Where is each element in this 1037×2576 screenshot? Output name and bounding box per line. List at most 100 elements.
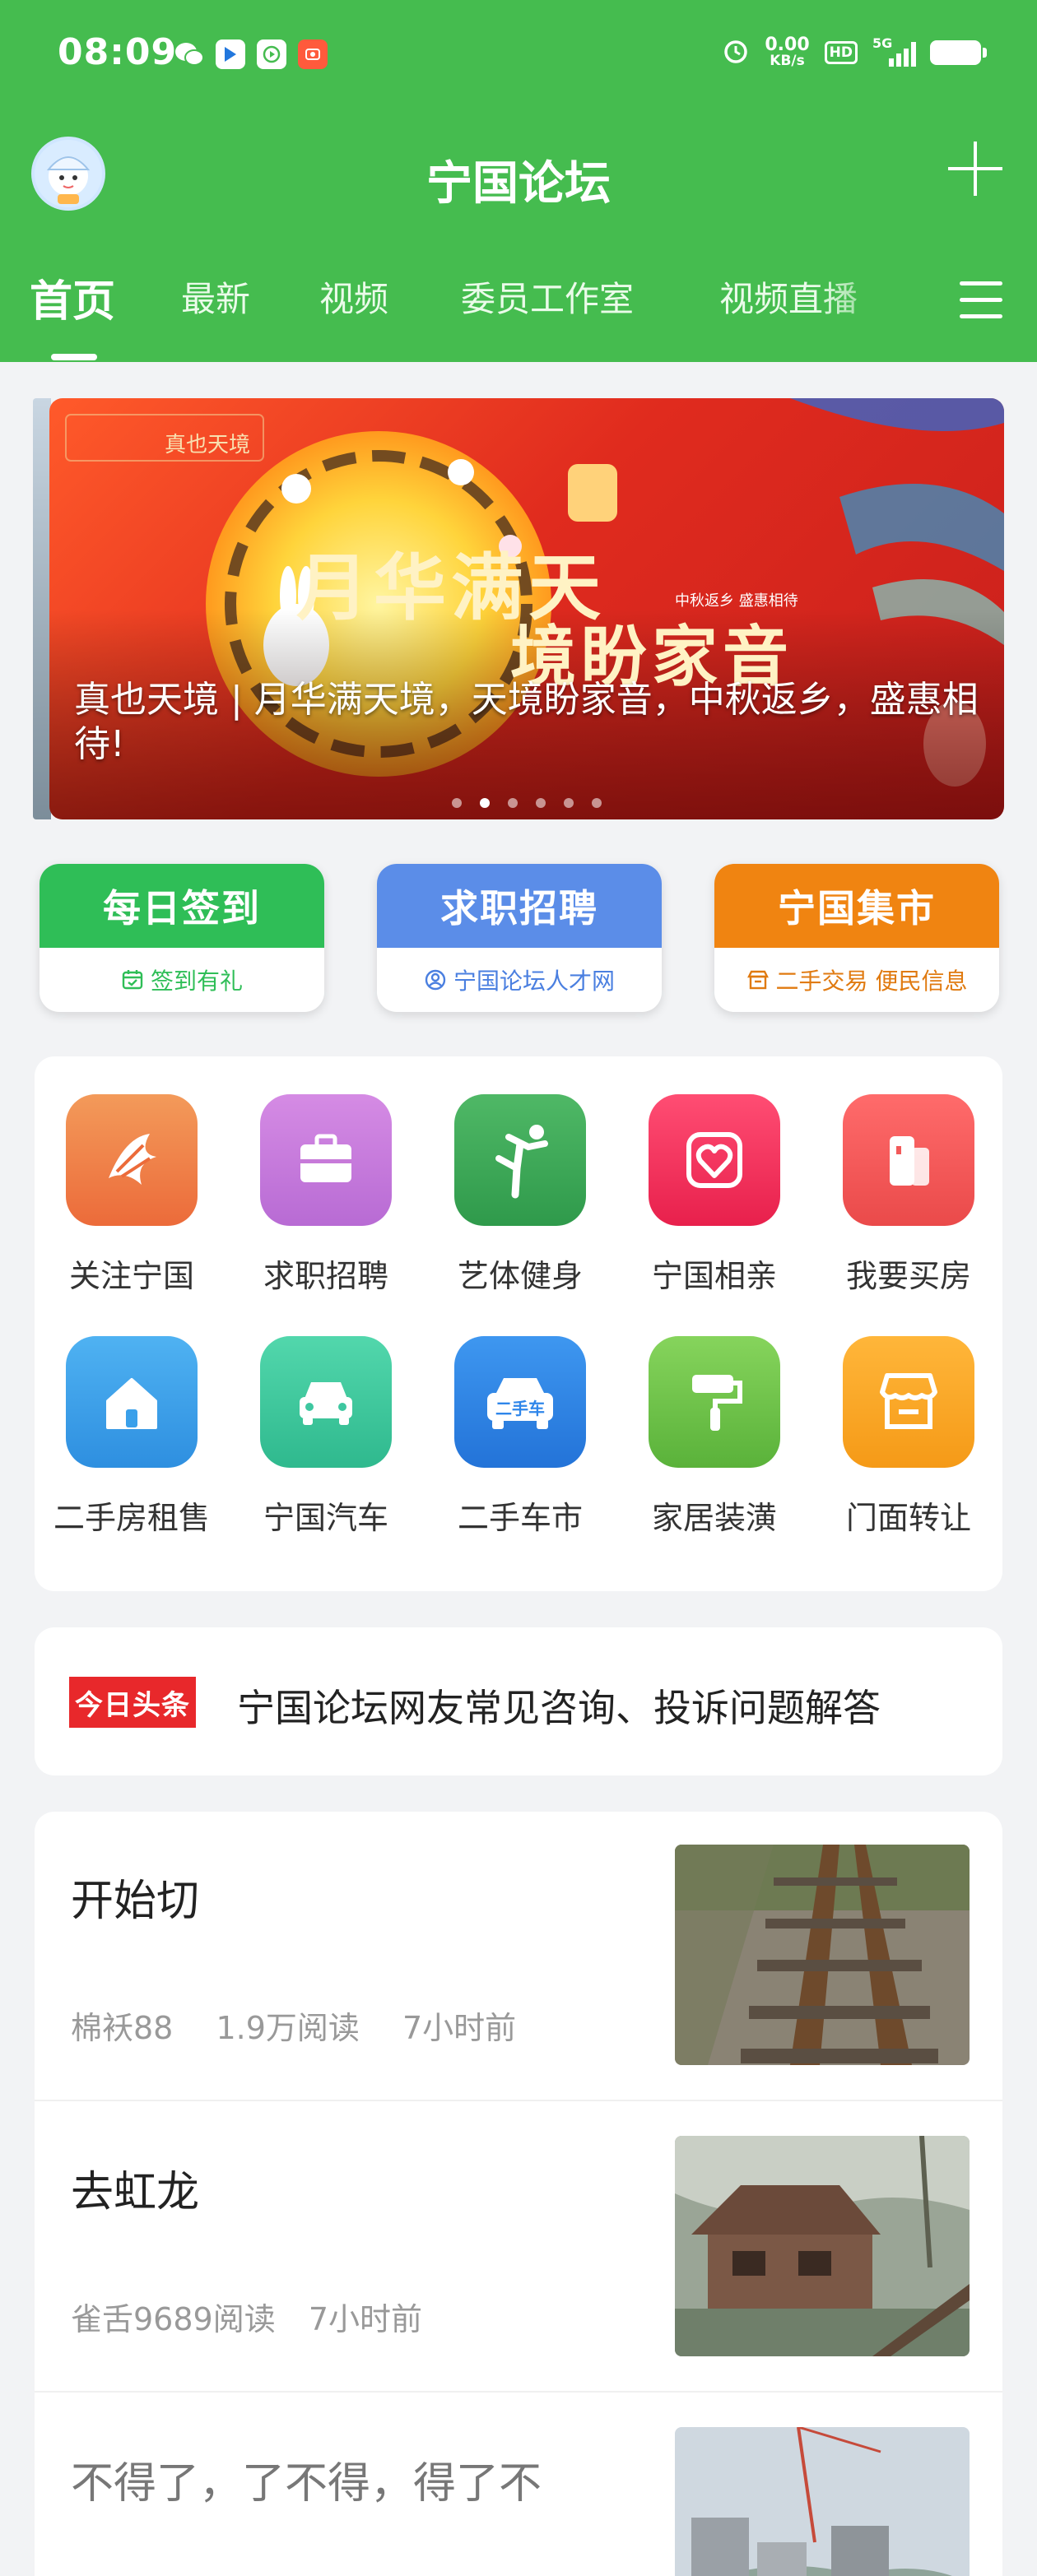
job-recruit-card[interactable]: 求职招聘 宁国论坛人才网 [377,864,662,1012]
grid-label: 二手车市 [457,1500,583,1536]
grid-item-dating[interactable]: 宁国相亲 [617,1056,811,1294]
list-item[interactable]: 去虹龙 雀舌9689阅读 7小时前 [35,2103,1002,2393]
toutiao-logo: 今日头条 [69,1677,196,1728]
tab-latest[interactable]: 最新 [181,272,250,322]
grid-label: 求职招聘 [263,1258,388,1294]
status-time: 08:09 [58,31,178,73]
grid-label: 门面转让 [845,1500,971,1536]
video-app-icon [257,39,286,69]
grid-item-buy-house[interactable]: 我要买房 [811,1056,1006,1294]
alarm-icon [722,37,750,68]
tab-committee-studio[interactable]: 委员工作室 [461,272,634,322]
job-recruit-subtitle-text: 宁国论坛人才网 [453,968,615,995]
post-title[interactable]: 开始切 [71,1866,199,1928]
grid-label: 我要买房 [845,1258,971,1294]
banner-dot-active[interactable] [480,798,490,808]
store-icon [843,1336,974,1468]
grid-item-follow-ningguo[interactable]: 关注宁国 [35,1056,229,1294]
service-grid: 关注宁国 求职招聘 艺体健身 宁国相亲 我要买房 二手房租售 宁国汽车 二手车 … [35,1056,1002,1591]
banner-dot[interactable] [452,798,462,808]
flag-app-icon [216,39,245,69]
network-speed: 0.00 KB/s [765,36,809,68]
paint-roller-icon [649,1336,780,1468]
dancer-icon [454,1094,586,1226]
status-right: 0.00 KB/s HD 5G [722,35,987,68]
job-recruit-title: 求职招聘 [377,864,662,948]
banner-dot[interactable] [564,798,574,808]
add-post-button[interactable] [948,142,1002,196]
banner-previous-slide[interactable] [33,398,51,819]
list-item[interactable]: 不得了，了不得，得了不 [35,2394,1002,2576]
grid-item-jobs[interactable]: 求职招聘 [229,1056,423,1294]
grid-item-shop-transfer[interactable]: 门面转让 [811,1298,1006,1536]
app-header: 08:09 0.00 KB/s HD 5G 宁国论坛 首页 最新 视频 委员工作… [0,0,1037,362]
network-speed-value: 0.00 [765,35,810,55]
fan-logo-icon [66,1094,198,1226]
signal-icon: 5G [872,35,916,67]
post-feed: 开始切 棉袄88 1.9万阅读 7小时前 去虹龙 雀舌9689阅读 7小时前 不… [35,1812,1002,2576]
grid-item-home-decor[interactable]: 家居装潢 [617,1298,811,1536]
post-time: 7小时前 [402,2010,517,2046]
grid-item-used-car[interactable]: 二手车 二手车市 [423,1298,617,1536]
headline-notice[interactable]: 今日头条 宁国论坛网友常见咨询、投诉问题解答 [35,1627,1002,1775]
tab-home[interactable]: 首页 [30,267,115,328]
menu-icon[interactable] [960,281,1002,319]
grid-item-ningguo-car[interactable]: 宁国汽车 [229,1298,423,1536]
building-icon [843,1094,974,1226]
daily-checkin-subtitle-text: 签到有礼 [150,968,243,995]
grid-label: 宁国汽车 [263,1500,388,1536]
list-item[interactable]: 开始切 棉袄88 1.9万阅读 7小时前 [35,1812,1002,2101]
channel-tabs: 首页 最新 视频 委员工作室 视频直播 [0,272,1037,362]
daily-checkin-subtitle: 签到有礼 [40,948,324,1012]
banner-dot[interactable] [508,798,518,808]
used-car-icon-label: 二手车 [495,1399,545,1418]
banner-dot[interactable] [536,798,546,808]
banner-brand: 真也天境 [165,433,251,457]
active-tab-indicator [51,354,97,360]
post-title[interactable]: 不得了，了不得，得了不 [71,2448,542,2510]
status-bar: 08:09 0.00 KB/s HD 5G [0,0,1037,107]
title-bar: 宁国论坛 [0,123,1037,222]
wechat-icon [174,39,204,69]
grid-label: 二手房租售 [53,1500,210,1536]
grid-label: 宁国相亲 [651,1258,777,1294]
post-title[interactable]: 去虹龙 [71,2157,199,2219]
app-title: 宁国论坛 [426,157,611,211]
post-thumbnail-buildings[interactable] [675,2427,970,2576]
briefcase-icon [260,1094,392,1226]
tab-video[interactable]: 视频 [319,272,388,322]
banner-art-small: 中秋返乡 盛惠相待 [675,592,798,610]
post-time: 7小时前 [308,2301,422,2337]
post-reads: 1.9万阅读 [216,2010,360,2046]
calendar-icon [122,970,143,990]
banner-pagination [49,798,1004,808]
grid-label: 家居装潢 [651,1500,777,1536]
post-author: 雀舌9689阅读 [71,2301,276,2337]
post-author: 棉袄88 [71,2010,174,2046]
promo-banner[interactable]: 真也天境 月华满天 境盼家音 中秋返乡 盛惠相待 真也天境 | 月华满天境，天境… [49,398,1004,819]
hd-badge: HD [824,40,858,64]
network-speed-unit: KB/s [770,53,805,69]
battery-icon [930,39,987,65]
post-meta: 雀舌9689阅读 7小时前 [71,2294,455,2339]
grid-label: 艺体健身 [457,1258,583,1294]
daily-checkin-card[interactable]: 每日签到 签到有礼 [40,864,324,1012]
camera-app-icon [298,39,328,69]
headline-text[interactable]: 宁国论坛网友常见咨询、投诉问题解答 [237,1678,881,1733]
car-icon [260,1336,392,1468]
post-thumbnail-cabin[interactable] [675,2136,970,2356]
shop-icon [746,970,769,990]
market-card[interactable]: 宁国集市 二手交易 便民信息 [714,864,999,1012]
market-subtitle: 二手交易 便民信息 [714,948,999,1012]
used-car-icon: 二手车 [454,1336,586,1468]
grid-item-fitness[interactable]: 艺体健身 [423,1056,617,1294]
post-thumbnail-railway[interactable] [675,1845,970,2065]
market-subtitle-text: 二手交易 便民信息 [775,968,968,995]
grid-item-secondhand-house[interactable]: 二手房租售 [35,1298,229,1536]
signal-label: 5G [872,35,893,51]
banner-dot[interactable] [592,798,602,808]
banner-caption: 真也天境 | 月华满天境，天境盼家音，中秋返乡，盛惠相待! [74,679,979,765]
job-recruit-subtitle: 宁国论坛人才网 [377,948,662,1012]
post-meta: 棉袄88 1.9万阅读 7小时前 [71,2003,549,2048]
heart-icon [649,1094,780,1226]
